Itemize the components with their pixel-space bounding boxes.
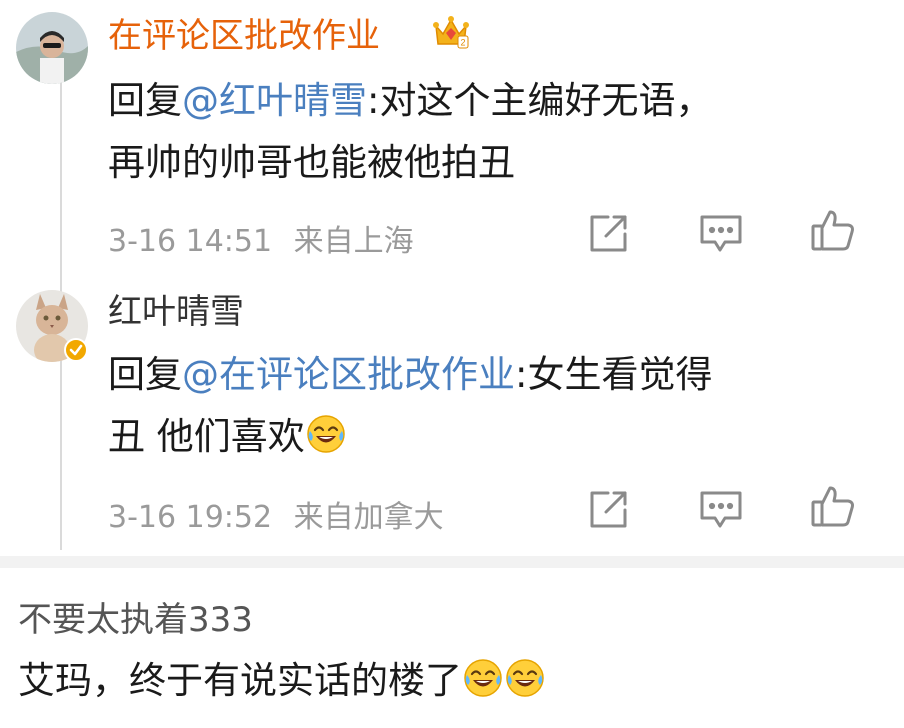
reply-text: 回复@在评论区批改作业:女生看觉得 — [108, 344, 712, 406]
comment-icon[interactable] — [698, 212, 744, 256]
laughing-tears-emoji — [462, 657, 504, 699]
reply-text-line2: 丑 他们喜欢 — [108, 406, 347, 468]
reply-time: 3-16 19:52 — [108, 500, 273, 535]
reply-text-line2: 再帅的帅哥也能被他拍丑 — [108, 141, 515, 184]
reply-meta: 3-16 19:52 来自加拿大 — [108, 500, 444, 536]
comment-text: 艾玛，终于有说实话的楼了 — [18, 650, 546, 712]
reply-username[interactable]: 在评论区批改作业 — [108, 16, 380, 56]
avatar[interactable] — [16, 12, 88, 84]
comment-body: 艾玛，终于有说实话的楼了 — [18, 659, 462, 702]
reply-meta: 3-16 14:51 来自上海 — [108, 224, 414, 260]
share-icon[interactable] — [586, 212, 632, 256]
reply-time: 3-16 14:51 — [108, 224, 273, 259]
share-icon[interactable] — [586, 488, 632, 532]
verified-badge-icon — [64, 338, 88, 362]
thumbs-up-icon[interactable] — [810, 484, 856, 528]
laughing-tears-emoji — [504, 657, 546, 699]
reply-prefix: 回复 — [108, 353, 182, 396]
mention-link[interactable]: @在评论区批改作业 — [182, 353, 515, 396]
svg-text:2: 2 — [460, 38, 465, 48]
comment-icon[interactable] — [698, 488, 744, 532]
section-divider — [0, 556, 904, 568]
reply-body: :对这个主编好无语， — [367, 79, 713, 122]
comment-username[interactable]: 不要太执着333 — [18, 600, 253, 640]
reply-text: 回复@红叶晴雪:对这个主编好无语， — [108, 70, 712, 132]
reply-prefix: 回复 — [108, 79, 182, 122]
reply-body: :女生看觉得 — [515, 353, 713, 396]
reply-username[interactable]: 红叶晴雪 — [108, 292, 244, 332]
reply-location: 来自上海 — [293, 224, 414, 259]
laughing-tears-emoji — [305, 413, 347, 455]
crown-badge-icon: 2 — [432, 14, 470, 52]
reply-location: 来自加拿大 — [293, 500, 444, 535]
reply-body-line2: 丑 他们喜欢 — [108, 415, 305, 458]
mention-link[interactable]: @红叶晴雪 — [182, 79, 367, 122]
thumbs-up-icon[interactable] — [810, 208, 856, 252]
